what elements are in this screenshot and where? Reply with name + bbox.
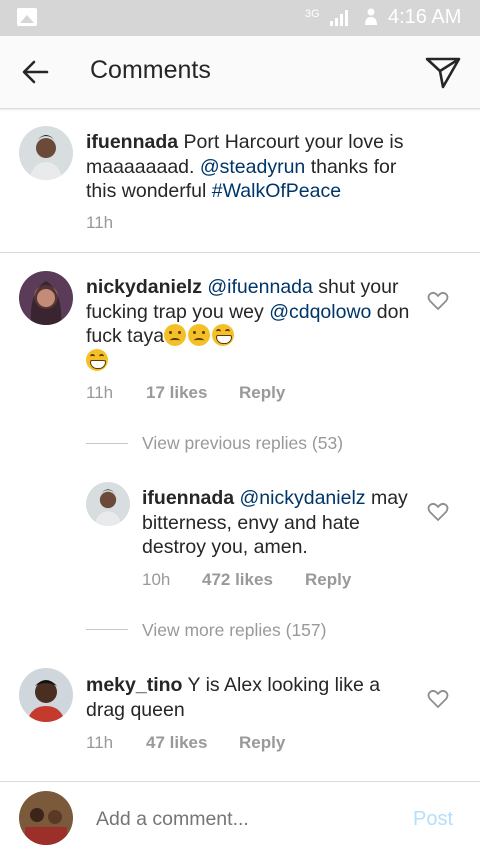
header: Comments bbox=[0, 36, 480, 109]
page-title: Comments bbox=[90, 56, 211, 84]
likes-count[interactable]: 17 likes bbox=[146, 383, 236, 403]
network-type: 3G bbox=[305, 8, 320, 20]
clock: 4:16 AM bbox=[388, 6, 462, 28]
comment-text: meky_tino Y is Alex looking like a drag … bbox=[86, 673, 406, 722]
reply-button[interactable]: Reply bbox=[239, 383, 299, 403]
timestamp: 11h bbox=[86, 733, 114, 752]
view-more-replies[interactable]: View more replies (157) bbox=[142, 620, 326, 641]
divider bbox=[0, 252, 480, 253]
caption-text: ifuennada Port Harcourt your love is maa… bbox=[86, 130, 431, 204]
thread-line bbox=[86, 629, 128, 630]
avatar bbox=[19, 791, 73, 845]
timestamp: 11h bbox=[86, 383, 114, 402]
reply-meta: 10h 472 likes Reply bbox=[142, 570, 351, 590]
username[interactable]: ifuennada bbox=[86, 131, 178, 153]
hashtag-link[interactable]: #WalkOfPeace bbox=[212, 180, 341, 202]
avatar[interactable] bbox=[19, 668, 73, 722]
reply-button[interactable]: Reply bbox=[239, 733, 299, 753]
username[interactable]: meky_tino bbox=[86, 674, 182, 696]
confused-face-icon bbox=[164, 324, 187, 346]
grinning-face-icon bbox=[212, 324, 235, 346]
timestamp: 10h bbox=[142, 570, 171, 589]
mention-link[interactable]: @nickydanielz bbox=[240, 487, 366, 509]
status-bar: 3G 4:16 AM bbox=[0, 0, 480, 36]
thread-line bbox=[86, 443, 128, 444]
likes-count[interactable]: 47 likes bbox=[146, 733, 236, 753]
comment-meta: 11h 17 likes Reply bbox=[86, 383, 285, 403]
mention-link[interactable]: @ifuennada bbox=[207, 276, 312, 298]
avatar[interactable] bbox=[19, 126, 73, 180]
image-notification-icon bbox=[17, 8, 37, 26]
mention-link[interactable]: @cdqolowo bbox=[269, 301, 371, 323]
mention-link[interactable]: @steadyrun bbox=[200, 156, 305, 178]
username[interactable]: nickydanielz bbox=[86, 276, 202, 298]
heart-icon[interactable] bbox=[427, 689, 449, 709]
heart-icon[interactable] bbox=[427, 291, 449, 311]
username[interactable]: ifuennada bbox=[142, 487, 234, 509]
comment-input[interactable] bbox=[96, 808, 396, 831]
paper-plane-icon[interactable] bbox=[424, 54, 462, 90]
signal-icon bbox=[330, 10, 348, 26]
comment-text: nickydanielz @ifuennada shut your fuckin… bbox=[86, 275, 416, 373]
reply-text: ifuennada @nickydanielz may bitterness, … bbox=[142, 486, 412, 560]
avatar[interactable] bbox=[86, 482, 130, 526]
comment-composer: Post bbox=[0, 781, 480, 855]
post-button[interactable]: Post bbox=[413, 808, 453, 831]
arrow-left-icon[interactable] bbox=[20, 58, 50, 86]
view-previous-replies[interactable]: View previous replies (53) bbox=[142, 433, 343, 454]
reply-button[interactable]: Reply bbox=[305, 570, 365, 590]
grinning-face-icon bbox=[86, 348, 108, 371]
account-icon bbox=[365, 8, 377, 25]
avatar[interactable] bbox=[19, 271, 73, 325]
likes-count[interactable]: 472 likes bbox=[202, 570, 292, 590]
timestamp: 11h bbox=[86, 213, 114, 232]
confused-face-icon bbox=[188, 324, 211, 346]
heart-icon[interactable] bbox=[427, 502, 449, 522]
comment-meta: 11h 47 likes Reply bbox=[86, 733, 285, 753]
